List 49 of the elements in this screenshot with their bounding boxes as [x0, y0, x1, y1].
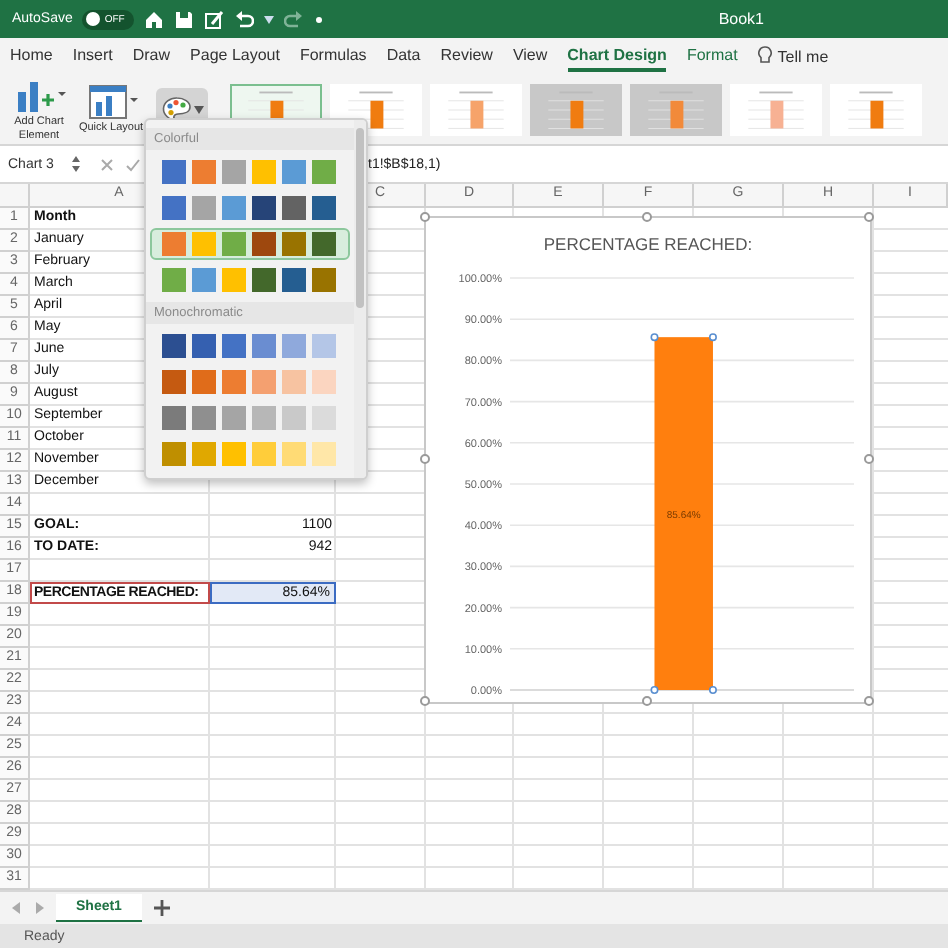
resize-handle[interactable] [420, 454, 430, 464]
palette-option[interactable] [150, 228, 350, 260]
cancel-icon[interactable] [100, 157, 114, 171]
save-icon[interactable] [174, 9, 195, 29]
caret-icon[interactable] [264, 15, 275, 23]
document-title: Book1 [718, 10, 764, 28]
resize-handle[interactable] [420, 212, 430, 222]
selection-handle[interactable] [708, 333, 717, 342]
redo-icon[interactable] [284, 9, 305, 29]
resize-handle[interactable] [420, 696, 430, 706]
ribbon-tab[interactable]: Home [10, 41, 53, 71]
selection-handle[interactable] [708, 686, 717, 694]
add-sheet-icon[interactable] [153, 900, 170, 916]
spinner-icon[interactable] [72, 156, 80, 172]
ribbon-tab[interactable]: Formulas [299, 41, 367, 71]
resize-handle[interactable] [642, 696, 652, 706]
chart-style-thumbnail[interactable] [430, 83, 522, 135]
resize-handle[interactable] [864, 212, 874, 222]
home-icon[interactable] [144, 9, 165, 29]
resize-handle[interactable] [864, 454, 874, 464]
caret-icon[interactable] [193, 105, 203, 113]
scrollbar[interactable] [354, 120, 366, 478]
resize-handle[interactable] [642, 212, 652, 222]
layout-icon [85, 82, 137, 121]
chart-style-thumbnail[interactable] [530, 83, 622, 135]
edit-icon[interactable] [204, 9, 225, 29]
undo-icon[interactable] [234, 9, 255, 29]
ribbon-tab[interactable]: Page Layout [190, 41, 280, 71]
ribbon-tab[interactable]: Insert [72, 41, 113, 71]
chart-title: PERCENTAGE REACHED: [543, 234, 753, 254]
previous-sheet-icon[interactable] [12, 902, 22, 914]
chart-style-thumbnail[interactable] [730, 83, 822, 135]
ribbon-tab[interactable]: Data [386, 41, 421, 71]
more-icon[interactable] [314, 15, 325, 23]
selection-handle[interactable] [650, 686, 659, 694]
ribbon-tab[interactable]: Format [686, 41, 738, 71]
resize-handle[interactable] [864, 696, 874, 706]
chart-style-thumbnail[interactable] [630, 83, 722, 135]
ribbon-tab[interactable]: View [512, 41, 548, 71]
select-all-corner[interactable] [0, 184, 30, 208]
ribbon-tab[interactable]: Draw [132, 41, 171, 71]
selection-handle[interactable] [650, 333, 659, 342]
bar-chart-plus-icon [13, 76, 65, 115]
lightbulb-icon[interactable] [757, 46, 772, 66]
tell-me-field[interactable]: Tell me [777, 47, 829, 65]
next-sheet-icon[interactable] [34, 902, 44, 914]
chart-style-thumbnail[interactable] [830, 83, 922, 135]
ribbon-tab[interactable]: Review [440, 41, 493, 71]
check-icon[interactable] [126, 157, 140, 171]
